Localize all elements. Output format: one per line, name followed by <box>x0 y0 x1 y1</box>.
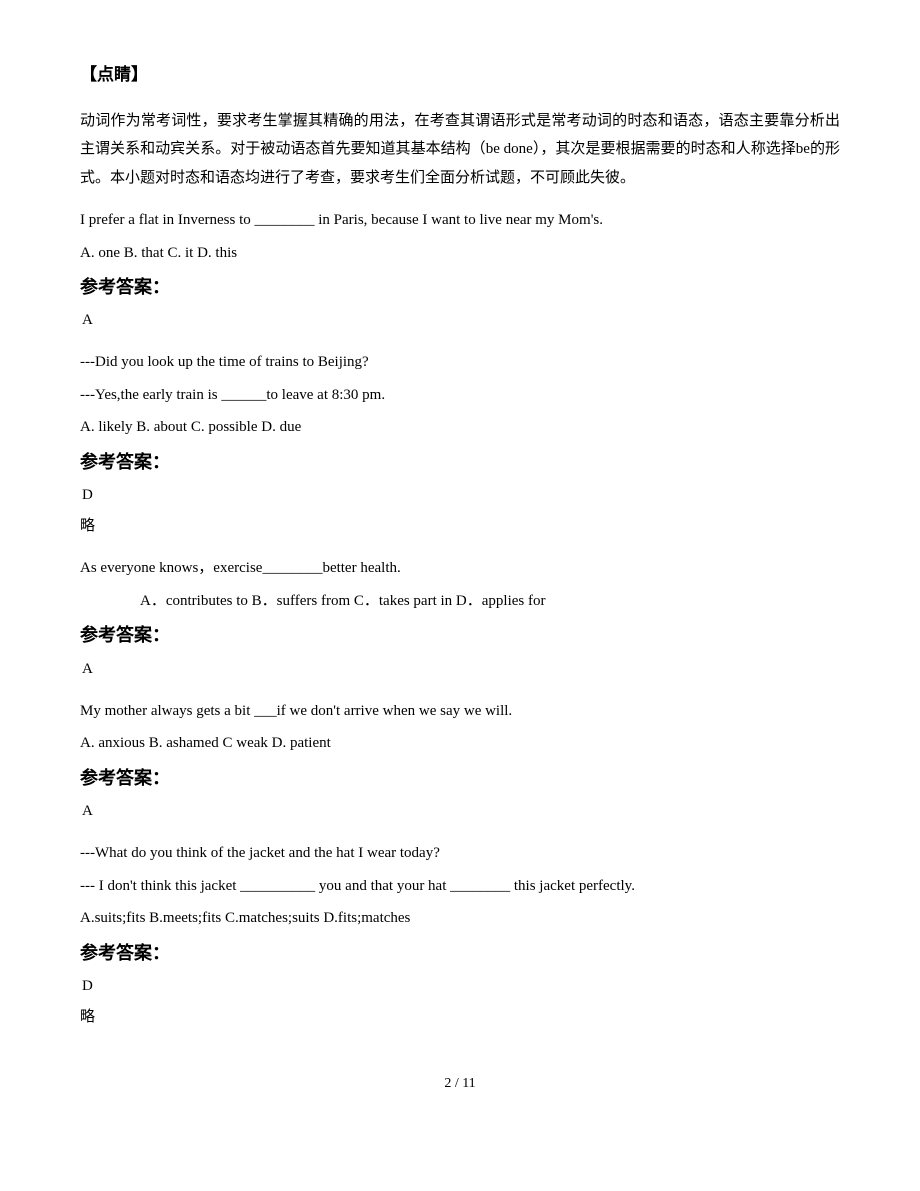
question-4-text: I prefer a flat in Inverness to ________… <box>80 206 840 235</box>
question-5-text: ---Did you look up the time of trains to… <box>80 348 840 377</box>
question-6-options: A．contributes to B．suffers from C．takes … <box>80 587 840 616</box>
question-6-answer-value: A <box>82 656 840 683</box>
question-4-options: A. one B. that C. it D. this <box>80 239 840 268</box>
question-4-answer-value: A <box>82 307 840 334</box>
question-8: ---What do you think of the jacket and t… <box>80 839 840 1031</box>
question-5-answer-label: 参考答案： <box>80 446 840 478</box>
section-title: 【点睛】 <box>80 60 840 91</box>
question-7-answer-label: 参考答案： <box>80 762 840 794</box>
question-7-answer-value: A <box>82 798 840 825</box>
question-8-note: 略 <box>80 1004 840 1031</box>
question-6-answer-label: 参考答案： <box>80 619 840 651</box>
question-6-text: As everyone knows，exercise________better… <box>80 554 840 583</box>
question-5-subtext: ---Yes,the early train is ______to leave… <box>80 381 840 410</box>
question-8-subtext: --- I don't think this jacket __________… <box>80 872 840 901</box>
question-7-options: A. anxious B. ashamed C weak D. patient <box>80 729 840 758</box>
question-6: As everyone knows，exercise________better… <box>80 554 840 682</box>
question-4: I prefer a flat in Inverness to ________… <box>80 206 840 334</box>
question-8-answer-label: 参考答案： <box>80 937 840 969</box>
question-5-options: A. likely B. about C. possible D. due <box>80 413 840 442</box>
question-5-note: 略 <box>80 513 840 540</box>
intro-paragraph: 动词作为常考词性，要求考生掌握其精确的用法，在考查其谓语形式是常考动词的时态和语… <box>80 107 840 193</box>
question-5: ---Did you look up the time of trains to… <box>80 348 840 540</box>
question-4-answer-label: 参考答案： <box>80 271 840 303</box>
question-7: My mother always gets a bit ___if we don… <box>80 697 840 825</box>
page-footer: 2 / 11 <box>80 1071 840 1096</box>
question-8-options: A.suits;fits B.meets;fits C.matches;suit… <box>80 904 840 933</box>
question-7-text: My mother always gets a bit ___if we don… <box>80 697 840 726</box>
question-5-answer-value: D <box>82 482 840 509</box>
question-8-text: ---What do you think of the jacket and t… <box>80 839 840 868</box>
question-8-answer-value: D <box>82 973 840 1000</box>
